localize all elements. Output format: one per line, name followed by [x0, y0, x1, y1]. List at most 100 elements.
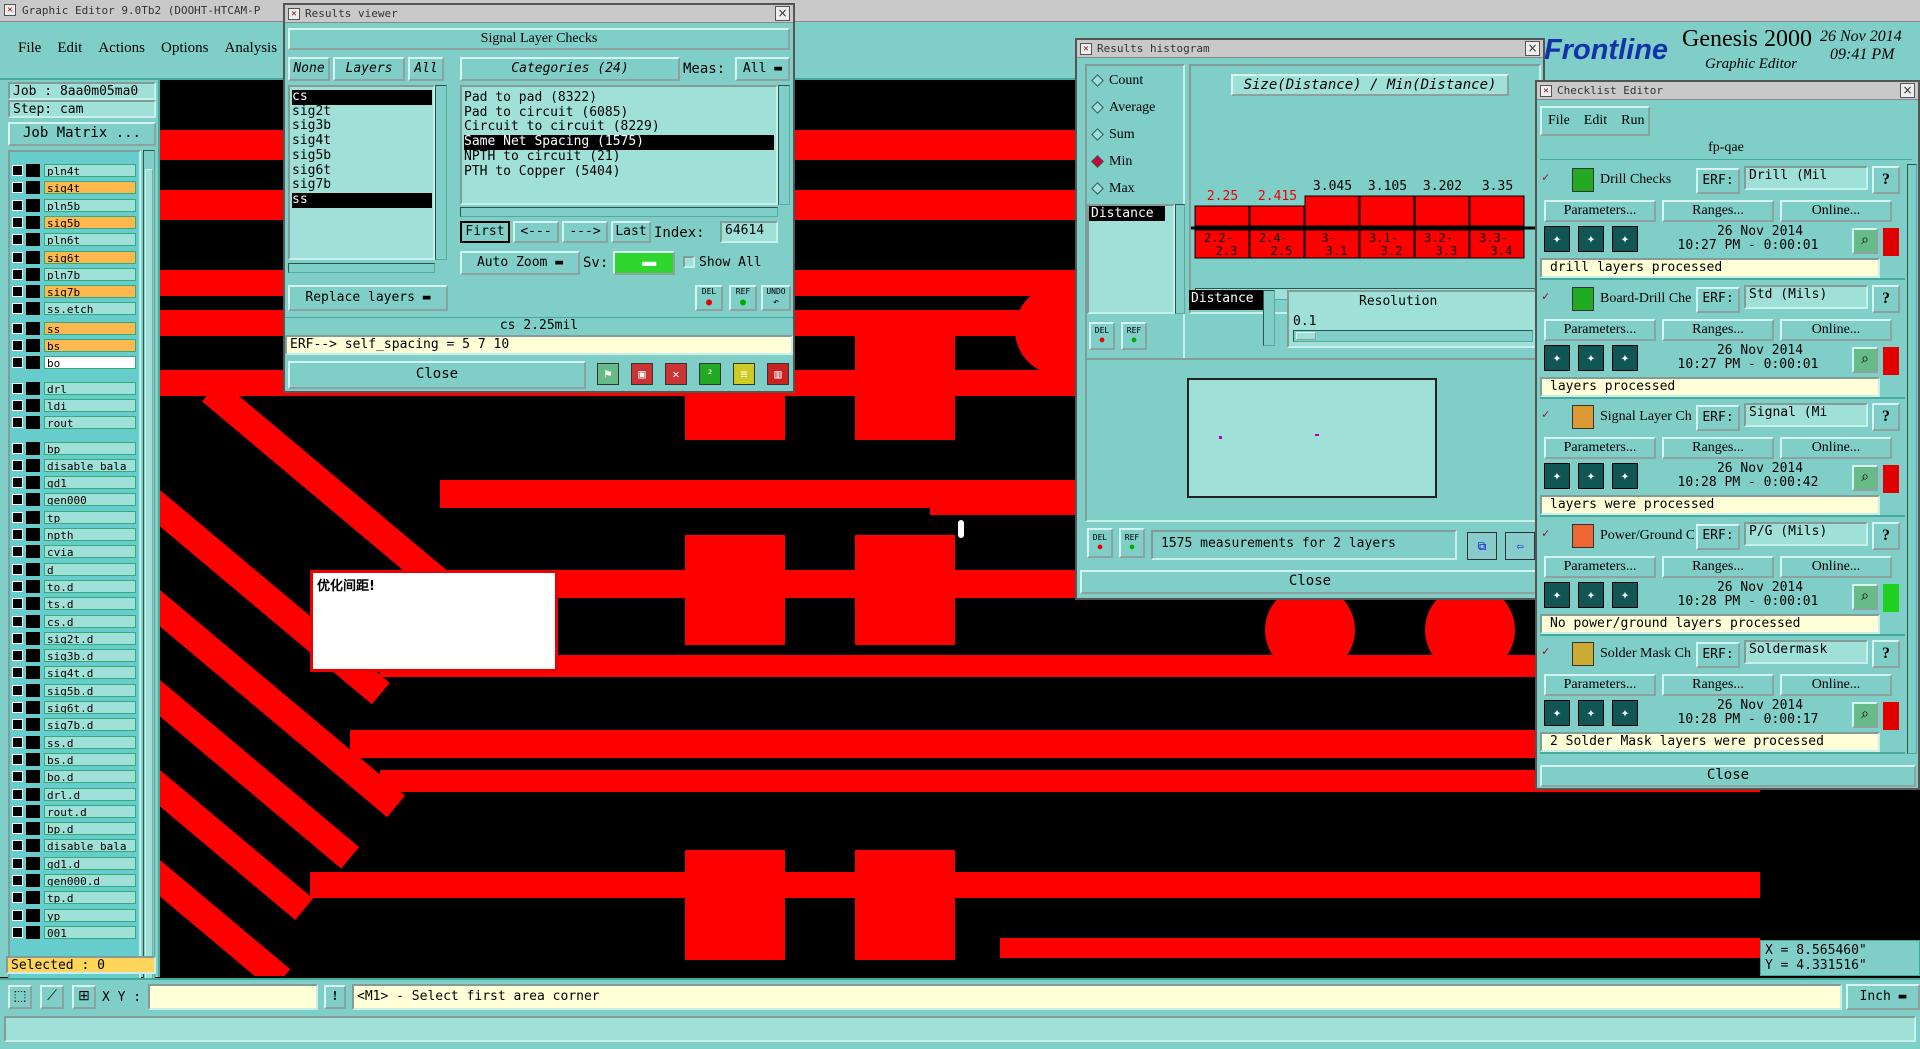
option-count[interactable]: Count [1091, 70, 1181, 97]
ranges-button[interactable]: Ranges... [1662, 318, 1774, 341]
layer-checkbox[interactable] [12, 251, 23, 263]
erf-button[interactable]: ERF: [1696, 286, 1740, 313]
distance-item[interactable]: Distance [1089, 206, 1165, 221]
layer-name[interactable]: sig7b.d [44, 718, 136, 732]
layer-checkbox[interactable] [12, 563, 23, 575]
hist-ref2-button[interactable]: REF ● [1119, 528, 1145, 558]
layer-name[interactable]: sig4t.d [44, 666, 136, 680]
layer-row[interactable]: sig7b.d [8, 718, 143, 732]
layer-name[interactable]: sig3b.d [44, 649, 136, 663]
layer-name[interactable]: to.d [44, 579, 136, 593]
layer-checkbox[interactable] [12, 165, 23, 176]
layer-checkbox[interactable] [12, 650, 23, 662]
auto-zoom-dropdown[interactable]: Auto Zoom ▬ [460, 251, 580, 275]
layer-name[interactable]: 001 [44, 925, 136, 939]
zoom-icon[interactable]: ⌕ [1852, 228, 1878, 254]
category-item[interactable]: Pad to circuit (6085) [464, 105, 774, 121]
cross-icon[interactable]: ✕ [665, 363, 687, 385]
rv-layer-item[interactable]: sig4t [292, 133, 431, 149]
layer-name[interactable]: d [44, 562, 136, 576]
layer-name[interactable]: disable_bala [44, 839, 136, 853]
layer-name[interactable]: drl.d [44, 787, 136, 801]
hist-ref-button[interactable]: REF ● [1121, 322, 1147, 350]
layer-row[interactable]: sig3b.d [8, 649, 143, 663]
distance-list[interactable]: Distance [1087, 204, 1175, 314]
rv-layer-item[interactable]: ss [292, 192, 432, 208]
rv-layer-hscroll[interactable] [288, 263, 435, 273]
run-icon[interactable]: ✦ [1544, 463, 1570, 489]
layer-name[interactable]: sig4t [44, 181, 136, 195]
zoom-box-icon[interactable]: ⧉ [1467, 532, 1497, 560]
layer-row[interactable]: drl.d [8, 787, 143, 801]
layer-checkbox[interactable] [12, 736, 23, 748]
graph-icon[interactable]: ⚑ [597, 363, 619, 385]
layer-row[interactable]: tp.d [8, 891, 143, 905]
rv-layer-item[interactable]: sig6t [292, 163, 431, 179]
layer-row[interactable]: ts.d [8, 597, 143, 611]
layer-checkbox[interactable] [12, 494, 23, 506]
layer-name[interactable]: tp.d [44, 891, 136, 905]
layer-row[interactable]: ss.d [8, 735, 143, 749]
run-all-icon[interactable]: ✦ [1578, 700, 1604, 726]
item-name[interactable]: Power/Ground C [1600, 528, 1694, 544]
layer-row[interactable]: sig4t.d [8, 666, 143, 680]
item-name[interactable]: Drill Checks [1600, 172, 1694, 188]
histogram-bar[interactable] [1249, 205, 1305, 227]
layer-checkbox[interactable] [12, 546, 23, 558]
run-icon[interactable]: ✦ [1544, 700, 1570, 726]
layer-checkbox[interactable] [12, 840, 23, 852]
layer-row[interactable]: disable_bala [8, 839, 143, 853]
layer-row[interactable]: sig2t.d [8, 631, 143, 645]
layer-name[interactable]: bo [44, 356, 136, 370]
layer-name[interactable]: sig5b.d [44, 683, 136, 697]
prev-button[interactable]: <--- [513, 221, 559, 243]
layer-name[interactable]: gd1 [44, 476, 136, 490]
item-name[interactable]: Signal Layer Ch [1600, 409, 1694, 425]
category-item[interactable]: Circuit to circuit (8229) [464, 120, 774, 135]
erf-field[interactable]: Signal (Mi [1744, 403, 1868, 427]
meas-dropdown[interactable]: All ▬ [735, 57, 790, 81]
run-all-icon[interactable]: ✦ [1578, 581, 1604, 608]
run-step-icon[interactable]: ✦ [1612, 700, 1638, 726]
zoom-back-icon[interactable]: ⇦ [1505, 532, 1535, 560]
layer-checkbox[interactable] [12, 322, 23, 334]
help-button[interactable]: ? [1872, 166, 1900, 194]
parameters-button[interactable]: Parameters... [1544, 674, 1656, 696]
index-field[interactable]: 64614 [720, 221, 778, 243]
cl-menu-file[interactable]: File [1548, 113, 1570, 129]
sv-color-dropdown[interactable]: ▬ [613, 251, 675, 275]
histogram-bar[interactable] [1359, 195, 1415, 227]
layer-name[interactable]: yp [44, 908, 136, 922]
number-icon[interactable]: ² [699, 363, 721, 385]
first-button[interactable]: First [460, 221, 510, 243]
rv-ref-button[interactable]: REF ● [729, 285, 757, 311]
layer-checkbox[interactable] [12, 719, 23, 731]
erf-field[interactable]: Std (Mils) [1744, 284, 1868, 309]
category-hscroll[interactable] [460, 207, 778, 217]
layer-name[interactable]: gd1.d [44, 856, 136, 870]
menu-options[interactable]: Options [161, 40, 209, 57]
layer-row[interactable]: 001 [8, 925, 143, 939]
layer-row[interactable]: pln7b [8, 267, 143, 281]
item-check-icon[interactable]: ✓ [1542, 407, 1549, 421]
layer-name[interactable]: pln6t [44, 233, 136, 247]
histogram-bar[interactable] [1304, 195, 1360, 227]
layer-row[interactable]: sig6t [8, 250, 143, 264]
show-all-checkbox[interactable] [683, 256, 695, 268]
layer-checkbox[interactable] [12, 909, 23, 921]
layer-row[interactable]: bp [8, 441, 143, 455]
erf-button[interactable]: ERF: [1696, 405, 1740, 431]
option-sum[interactable]: Sum [1091, 124, 1181, 151]
layer-checkbox[interactable] [12, 857, 23, 869]
layer-checkbox[interactable] [12, 788, 23, 800]
ranges-button[interactable]: Ranges... [1662, 437, 1774, 459]
layer-checkbox[interactable] [12, 442, 23, 454]
layer-row[interactable]: npth [8, 528, 143, 541]
layer-row[interactable]: ss [8, 321, 143, 335]
menu-file[interactable]: File [18, 40, 41, 57]
layer-row[interactable]: gen000 [8, 493, 143, 507]
run-icon[interactable]: ✦ [1544, 226, 1570, 252]
none-button[interactable]: None [288, 57, 330, 81]
layer-name[interactable]: sig6t [44, 250, 136, 264]
help-button[interactable]: ? [1872, 403, 1900, 431]
